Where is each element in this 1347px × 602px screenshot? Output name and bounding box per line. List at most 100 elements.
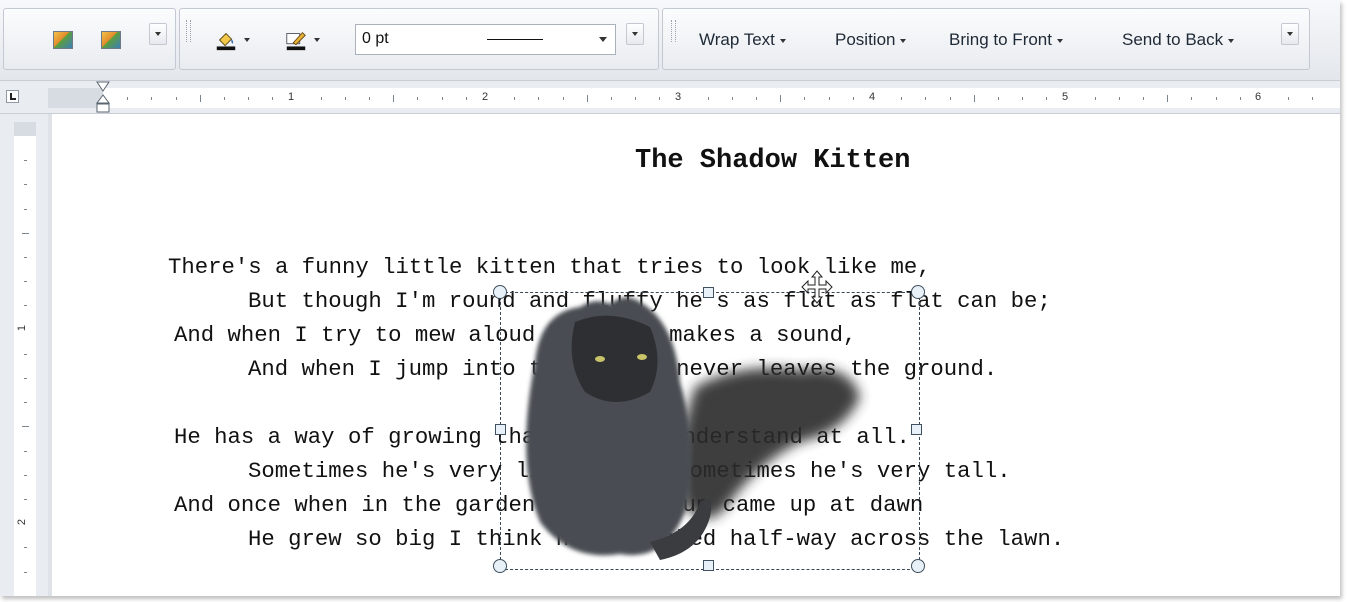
resize-handle-top[interactable] <box>703 287 714 298</box>
ruler-tick <box>369 96 371 100</box>
ruler-tick <box>1312 96 1314 100</box>
ruler-number: 3 <box>675 91 682 103</box>
resize-handle-bottom-left[interactable] <box>493 559 507 573</box>
ruler-tick <box>23 450 27 452</box>
ruler-tick <box>610 96 612 100</box>
ruler-number: 6 <box>1255 91 1262 103</box>
ruler-tick <box>21 426 29 428</box>
ruler-tick <box>23 184 27 186</box>
ruler-tick <box>1046 96 1048 100</box>
chevron-down-icon <box>900 39 907 43</box>
ruler-tick <box>21 232 29 234</box>
chevron-down-icon <box>632 32 638 36</box>
chevron-down-icon <box>155 32 161 36</box>
position-button[interactable]: Position <box>835 28 907 52</box>
ruler-tick <box>1215 96 1217 100</box>
line-weight-combo[interactable]: 0 pt <box>355 24 616 55</box>
chevron-down-icon <box>244 38 250 42</box>
ruler-tick <box>1239 96 1241 100</box>
ruler-tick <box>756 96 758 100</box>
ruler-tick <box>949 96 951 100</box>
ruler-tick <box>23 208 27 210</box>
resize-handle-top-left[interactable] <box>493 285 507 299</box>
ruler-tick <box>393 94 395 102</box>
ruler-tick <box>852 96 854 100</box>
ruler-tick <box>973 94 975 102</box>
ruler-tick <box>538 96 540 100</box>
style-group-overflow-button[interactable] <box>626 23 644 45</box>
arrange-group: Wrap Text Position Bring to Front Send t… <box>662 8 1310 70</box>
horizontal-ruler[interactable]: 1 2 3 4 5 6 <box>0 81 1340 114</box>
ruler-tick <box>997 96 999 100</box>
chevron-down-icon <box>779 39 786 43</box>
ruler-tick <box>586 94 588 102</box>
picture-group <box>3 8 176 70</box>
ruler-tick <box>1143 96 1145 100</box>
picture-group-overflow-button[interactable] <box>149 23 167 45</box>
picture-selection-frame[interactable] <box>493 285 925 573</box>
ruler-tick <box>23 571 27 573</box>
resize-handle-bottom-right[interactable] <box>911 559 925 573</box>
ruler-number: 4 <box>869 91 876 103</box>
resize-handle-left[interactable] <box>495 424 506 435</box>
ruler-tick <box>23 378 27 379</box>
ruler-tick <box>804 96 806 100</box>
ruler-tick <box>23 547 27 549</box>
wrap-text-label: Wrap Text <box>699 30 775 49</box>
ruler-tick <box>780 94 782 102</box>
ruler-tick <box>731 96 733 100</box>
vertical-ruler[interactable]: 1 2 <box>0 114 48 596</box>
ruler-tick <box>151 96 153 100</box>
indent-marker[interactable] <box>94 81 112 113</box>
ruler-tick <box>127 96 129 100</box>
change-picture-button[interactable] <box>96 28 126 52</box>
ruler-tick <box>223 96 225 100</box>
ruler-strip: 1 2 <box>14 122 36 596</box>
ruler-tick <box>514 96 516 100</box>
resize-handle-right[interactable] <box>911 424 922 435</box>
ruler-tick <box>1022 96 1024 100</box>
arrange-group-overflow-button[interactable] <box>1281 23 1299 45</box>
line-weight-sample <box>487 39 543 40</box>
outline-color-icon <box>286 31 306 51</box>
ruler-tick <box>562 96 564 100</box>
ruler-tick <box>901 96 903 100</box>
tab-selector-button[interactable] <box>6 90 19 103</box>
rich-edit-window: 0 pt Wrap Text Position Bring to Front S… <box>0 0 1340 596</box>
chevron-down-icon <box>314 38 320 42</box>
insert-picture-button[interactable] <box>48 28 78 52</box>
bring-to-front-button[interactable]: Bring to Front <box>949 28 1063 52</box>
chevron-down-icon <box>1057 39 1063 43</box>
poem-title: The Shadow Kitten <box>635 146 911 176</box>
ruler-tick <box>23 281 27 283</box>
send-to-back-label: Send to Back <box>1122 30 1224 49</box>
resize-handle-top-right[interactable] <box>911 285 925 299</box>
toolbar-grip[interactable] <box>186 20 191 42</box>
ruler-tick <box>1118 96 1120 100</box>
ruler-tick <box>23 305 27 307</box>
resize-handle-bottom[interactable] <box>703 560 714 571</box>
send-to-back-button[interactable]: Send to Back <box>1122 28 1235 52</box>
outline-color-button[interactable] <box>284 28 320 52</box>
wrap-text-button[interactable]: Wrap Text <box>699 28 786 52</box>
ruler-number: 2 <box>482 91 489 103</box>
fill-color-button[interactable] <box>214 28 250 52</box>
picture-tools-toolbar: 0 pt Wrap Text Position Bring to Front S… <box>0 0 1340 81</box>
ruler-tick <box>23 160 27 162</box>
ruler-number: 1 <box>288 91 295 103</box>
fill-color-icon <box>216 32 236 51</box>
document-page[interactable]: The Shadow Kitten There's a funny little… <box>52 114 1340 596</box>
ruler-strip: 1 2 3 4 5 6 <box>48 88 1340 108</box>
toolbar-grip[interactable] <box>671 20 676 42</box>
ruler-tick <box>1094 96 1096 100</box>
ruler-tick <box>344 96 346 100</box>
ruler-tick <box>635 96 637 100</box>
ruler-tick <box>465 96 467 100</box>
ruler-tick <box>925 96 927 100</box>
bring-to-front-label: Bring to Front <box>949 30 1052 49</box>
ruler-tick <box>23 499 27 500</box>
change-picture-icon <box>101 31 121 49</box>
ruler-tick <box>441 96 443 100</box>
move-cursor-icon <box>801 270 833 304</box>
ruler-tick <box>23 474 27 476</box>
